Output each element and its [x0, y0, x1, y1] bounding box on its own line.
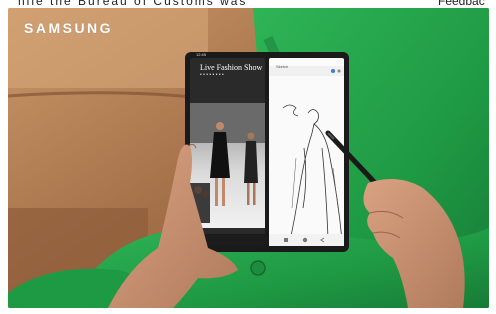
cropped-text-left: hile the Bureau of Customs was: [18, 0, 248, 8]
samsung-logo-text: SAMSUNG: [24, 20, 114, 36]
model-two-head: [247, 132, 255, 140]
model-two-dress: [244, 141, 258, 183]
cropped-text-right: Feedbac: [438, 0, 485, 8]
phone-video-title: Live Fashion Show: [200, 63, 263, 72]
phone-video-subtitle: • • • • • • • •: [200, 72, 224, 78]
model-one-head: [216, 122, 224, 130]
samsung-fold-photo: SAMSUNG: [8, 8, 489, 308]
green-button: [250, 260, 266, 276]
photo-illustration: [8, 8, 489, 308]
phone-notes-app-label: Sketch: [276, 64, 289, 69]
phone-status-time: 12:45: [196, 52, 207, 57]
cropped-article-text: hile the Bureau of Customs was Feedbac: [0, 0, 496, 8]
